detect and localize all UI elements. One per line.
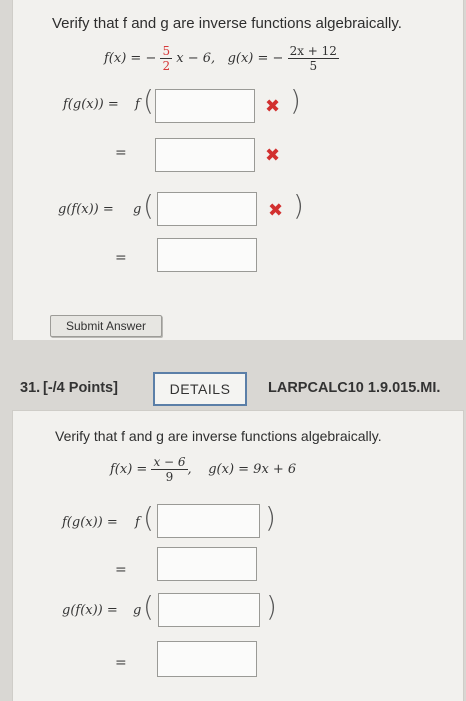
details-button[interactable]: DETAILS <box>153 372 247 406</box>
q30-gf-answer-input[interactable] <box>157 192 257 226</box>
q31-fg-f-letter: f <box>135 515 140 530</box>
q31-comma: , <box>187 462 192 477</box>
q31-fg-label: f(g(x)) = <box>62 515 118 530</box>
q31-prompt: Verify that f and g are inverse function… <box>55 428 382 444</box>
q31-fg-open-paren: ( <box>143 501 154 534</box>
q31-f-lhs: f(x) = <box>110 462 148 477</box>
q30-gf-open-paren: ( <box>143 189 154 222</box>
q31-gf-g-letter: g <box>133 603 142 618</box>
q31-gf-answer-input[interactable] <box>158 593 260 627</box>
q31-fg-equals: = <box>115 562 127 578</box>
q30-gf-result-input[interactable] <box>157 238 257 272</box>
q30-gf-incorrect-icon: ✖ <box>268 200 284 221</box>
q30-f-lhs: f(x) = − <box>104 51 157 66</box>
q31-fg-result-input[interactable] <box>157 547 257 581</box>
q30-gf-close-paren: ) <box>293 189 304 222</box>
q30-fg-answer-input[interactable] <box>155 89 255 123</box>
q31-gf-result-input[interactable] <box>157 641 257 677</box>
q31-points: [-/4 Points] <box>43 380 118 396</box>
q31-g-definition: g(x) = 9x + 6 <box>208 462 297 477</box>
q30-fg-f-letter: f <box>135 97 140 112</box>
q31-gf-equals: = <box>115 655 127 671</box>
q30-fg-label: f(g(x)) = <box>63 97 119 112</box>
q30-fg-result-input[interactable] <box>155 138 255 172</box>
q30-gf-g-letter: g <box>133 202 142 217</box>
q31-f-fraction: x − 6 9 <box>151 455 188 484</box>
q30-function-definitions: f(x) = − 5 2 x − 6, g(x) = − 2x + 12 5 <box>104 44 339 73</box>
q30-f-fraction: 5 2 <box>160 44 173 73</box>
q31-gf-close-paren: ) <box>266 590 277 623</box>
q30-fg-incorrect-icon: ✖ <box>265 96 281 117</box>
q31-fg-close-paren: ) <box>265 501 276 534</box>
q31-problem-code: LARPCALC10 1.9.015.MI. <box>268 380 441 396</box>
q31-number: 31. <box>20 380 41 396</box>
submit-answer-button[interactable]: Submit Answer <box>50 315 162 337</box>
q30-fg-close-paren: ) <box>290 84 301 117</box>
q31-fg-answer-input[interactable] <box>157 504 260 538</box>
q30-f-rest: x − 6, <box>176 51 216 66</box>
q30-g-fraction: 2x + 12 5 <box>287 44 339 73</box>
q30-g-lhs: g(x) = − <box>227 51 284 66</box>
q30-fg-open-paren: ( <box>143 84 154 117</box>
q31-gf-label: g(f(x)) = <box>62 603 118 618</box>
q30-gf-label: g(f(x)) = <box>58 202 114 217</box>
q30-gf-equals: = <box>115 250 127 266</box>
q30-fg-result-incorrect-icon: ✖ <box>265 145 281 166</box>
q31-function-definitions: f(x) = x − 6 9 , g(x) = 9x + 6 <box>110 455 296 484</box>
q30-prompt: Verify that f and g are inverse function… <box>52 15 402 32</box>
q31-gf-open-paren: ( <box>143 590 154 623</box>
q30-fg-equals: = <box>115 145 127 161</box>
